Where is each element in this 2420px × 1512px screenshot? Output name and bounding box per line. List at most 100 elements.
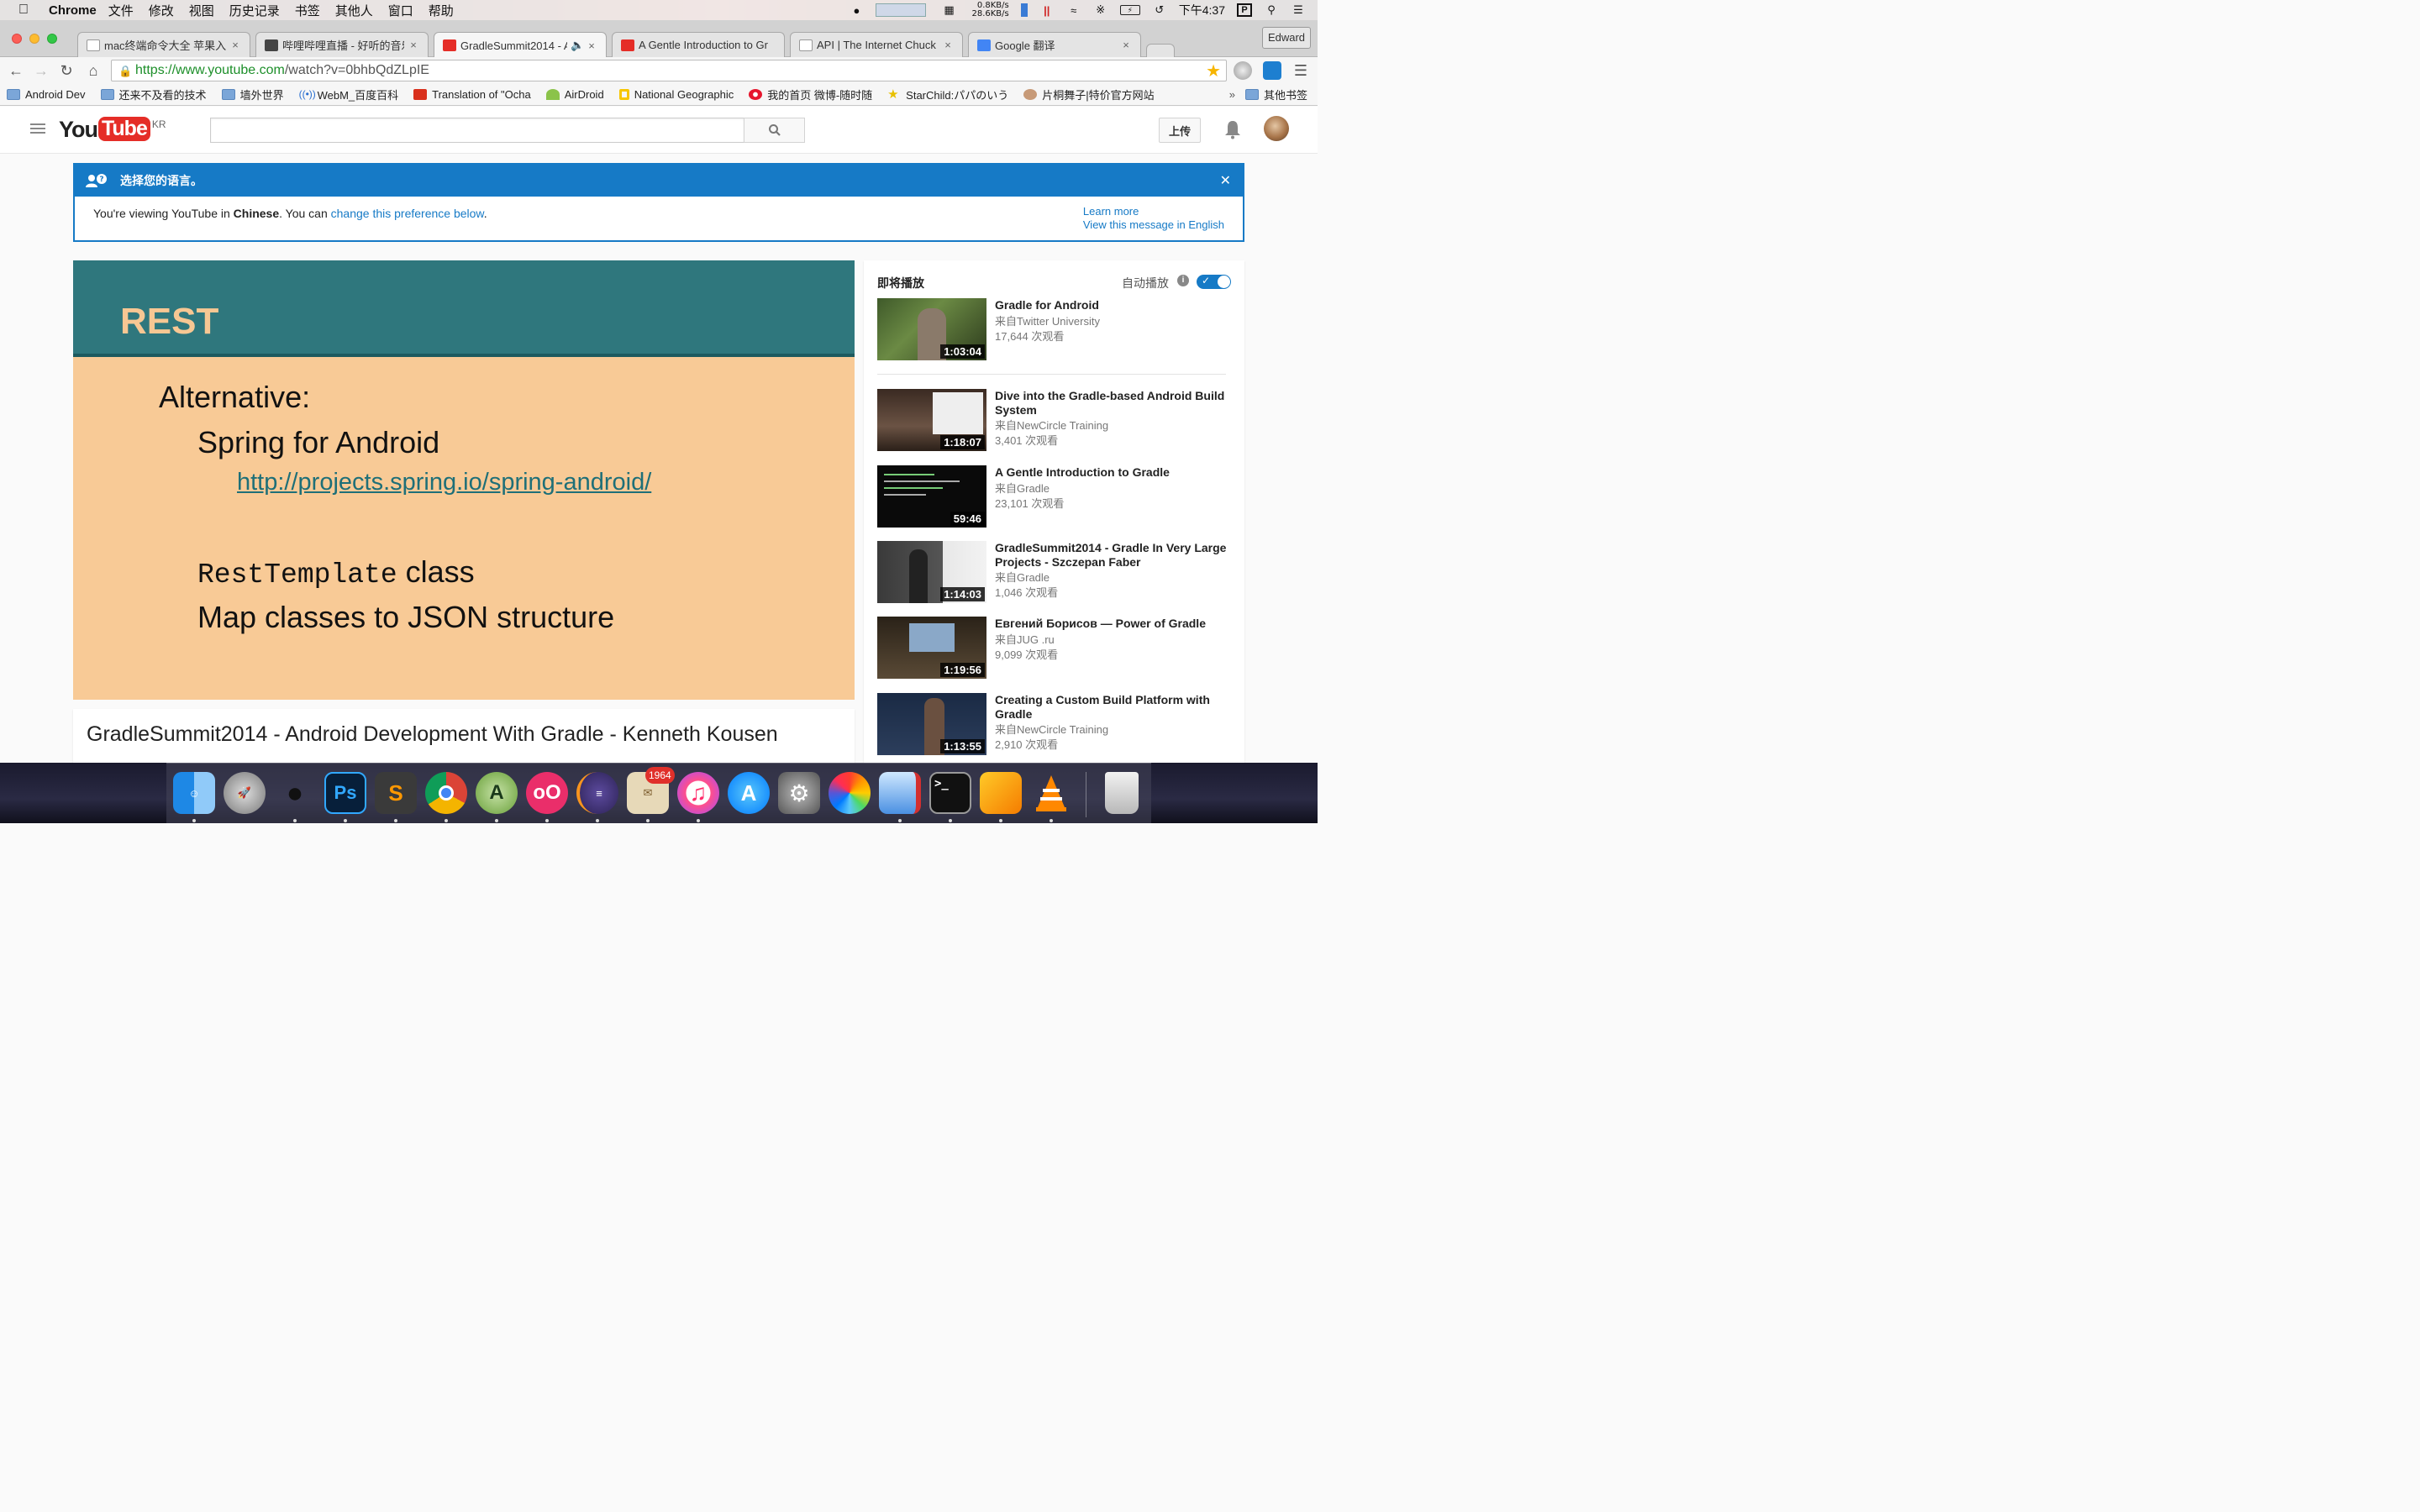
learn-more-link[interactable]: Learn more bbox=[1083, 205, 1224, 218]
android-studio-icon[interactable]: A bbox=[476, 772, 518, 814]
video-thumbnail[interactable]: 1:13:55 bbox=[877, 693, 986, 755]
bookmark-item[interactable]: National Geographic bbox=[618, 88, 734, 101]
window-minimize-button[interactable] bbox=[29, 34, 39, 44]
home-icon[interactable]: ⌂ bbox=[81, 59, 106, 82]
bluetooth-icon[interactable]: ※ bbox=[1093, 3, 1108, 17]
tab-close-icon[interactable]: × bbox=[229, 39, 241, 51]
menu-view[interactable]: 视图 bbox=[189, 2, 214, 19]
video-title-link[interactable]: GradleSummit2014 - Gradle In Very Large … bbox=[995, 541, 1230, 570]
video-title-link[interactable]: Евгений Борисов — Power of Gradle bbox=[995, 617, 1230, 631]
eclipse-icon[interactable]: ≡ bbox=[576, 772, 618, 814]
menu-edit[interactable]: 修改 bbox=[149, 2, 174, 19]
search-button[interactable] bbox=[744, 118, 805, 143]
user-avatar[interactable] bbox=[1264, 116, 1289, 141]
notification-center-icon[interactable]: ☰ bbox=[1291, 3, 1306, 17]
video-title-link[interactable]: Creating a Custom Build Platform with Gr… bbox=[995, 693, 1230, 722]
video-thumbnail[interactable]: 59:46 bbox=[877, 465, 986, 528]
other-bookmarks[interactable]: 其他书签 bbox=[1244, 87, 1307, 102]
parallels-status-icon[interactable]: || bbox=[1039, 3, 1055, 17]
bookmark-item[interactable]: Android Dev bbox=[7, 88, 86, 101]
menu-window[interactable]: 窗口 bbox=[388, 2, 413, 19]
sublime-text-icon[interactable]: S bbox=[375, 772, 417, 814]
menubar-clock[interactable]: 下午4:37 bbox=[1179, 2, 1225, 18]
trash-icon[interactable] bbox=[1105, 772, 1139, 814]
battery-icon[interactable]: ⚡ bbox=[1119, 5, 1140, 15]
memory-monitor-icon[interactable]: ▦ bbox=[938, 3, 960, 17]
upload-button[interactable]: 上传 bbox=[1159, 118, 1201, 143]
extension-globe-icon[interactable] bbox=[1234, 61, 1252, 80]
tab-close-icon[interactable]: × bbox=[942, 39, 954, 51]
profile-button[interactable]: Edward bbox=[1262, 27, 1311, 49]
battery-meter-icon[interactable] bbox=[1020, 3, 1028, 17]
video-player[interactable]: REST Alternative: Spring for Android htt… bbox=[73, 260, 855, 700]
recommendation-item[interactable]: 1:19:56 Евгений Борисов — Power of Gradl… bbox=[877, 617, 1230, 680]
window-close-button[interactable] bbox=[12, 34, 22, 44]
flickr-icon[interactable]: oO bbox=[526, 772, 568, 814]
notification-bell-icon[interactable] bbox=[1223, 119, 1242, 139]
photos-icon[interactable] bbox=[829, 772, 871, 814]
time-machine-icon[interactable]: ↺ bbox=[1152, 3, 1167, 17]
launchpad-icon[interactable]: 🚀 bbox=[224, 772, 266, 814]
bookmark-item[interactable]: ★ StarChild:パパのいう bbox=[887, 87, 1008, 102]
extension-s-icon[interactable] bbox=[1263, 61, 1281, 80]
bookmark-item[interactable]: 片桐舞子|特价官方网站 bbox=[1023, 87, 1155, 102]
parallels-icon[interactable] bbox=[879, 772, 921, 814]
apple-menu-icon[interactable]:  bbox=[10, 3, 37, 18]
video-thumbnail[interactable]: 1:03:04 bbox=[877, 298, 986, 360]
menu-file[interactable]: 文件 bbox=[108, 2, 134, 19]
wifi-icon[interactable]: ≈ bbox=[1066, 3, 1081, 17]
browser-tab[interactable]: Google 翻译 × bbox=[968, 32, 1141, 57]
vlc-icon[interactable] bbox=[1030, 772, 1072, 814]
browser-tab[interactable]: mac终端命令大全 苹果入门 | × bbox=[77, 32, 250, 57]
change-preference-link[interactable]: change this preference below bbox=[331, 207, 484, 220]
menu-app-name[interactable]: Chrome bbox=[49, 3, 97, 18]
photoshop-icon[interactable]: Ps bbox=[324, 772, 366, 814]
recommendation-item[interactable]: 1:18:07 Dive into the Gradle-based Andro… bbox=[877, 389, 1230, 452]
search-input[interactable] bbox=[210, 118, 744, 143]
bookmark-item[interactable]: Translation of "Ocha bbox=[413, 88, 531, 101]
window-zoom-button[interactable] bbox=[47, 34, 57, 44]
address-bar[interactable]: 🔒 https://www.youtube.com /watch?v=0bhbQ… bbox=[111, 60, 1227, 81]
new-tab-button[interactable] bbox=[1146, 44, 1175, 57]
itunes-icon[interactable]: ♫ bbox=[677, 772, 719, 814]
info-icon[interactable]: i bbox=[1177, 275, 1189, 286]
bookmark-item[interactable]: AirDroid bbox=[545, 88, 604, 101]
browser-tab[interactable]: API | The Internet Chuck No × bbox=[790, 32, 963, 57]
recommendation-item[interactable]: 1:03:04 Gradle for Android 来自Twitter Uni… bbox=[877, 298, 1230, 361]
qq-status-icon[interactable]: ● bbox=[849, 3, 864, 17]
system-preferences-icon[interactable]: ⚙ bbox=[778, 772, 820, 814]
video-title-link[interactable]: Dive into the Gradle-based Android Build… bbox=[995, 389, 1230, 417]
menu-help[interactable]: 帮助 bbox=[429, 2, 454, 19]
spotlight-search-icon[interactable]: ⚲ bbox=[1264, 3, 1279, 17]
video-title-link[interactable]: A Gentle Introduction to Gradle bbox=[995, 465, 1230, 480]
video-thumbnail[interactable]: 1:14:03 bbox=[877, 541, 986, 603]
finder-icon[interactable]: ☺ bbox=[173, 772, 215, 814]
bookmark-item[interactable]: 我的首页 微博-随时随 bbox=[749, 87, 872, 102]
menu-bookmarks[interactable]: 书签 bbox=[295, 2, 320, 19]
autoplay-toggle[interactable]: ✓ bbox=[1197, 275, 1231, 289]
network-speed[interactable]: 0.8KB/s 28.6KB/s bbox=[971, 2, 1008, 18]
bookmark-item[interactable]: ((•)) WebM_百度百科 bbox=[299, 87, 399, 102]
tab-close-icon[interactable]: × bbox=[1120, 39, 1132, 51]
video-thumbnail[interactable]: 1:18:07 bbox=[877, 389, 986, 451]
recommendation-item[interactable]: 1:13:55 Creating a Custom Build Platform… bbox=[877, 693, 1230, 756]
video-thumbnail[interactable]: 1:19:56 bbox=[877, 617, 986, 679]
youtube-logo[interactable]: You Tube KR bbox=[59, 117, 166, 143]
bookmark-item[interactable]: 墙外世界 bbox=[221, 87, 284, 102]
close-icon[interactable]: ✕ bbox=[1220, 172, 1231, 189]
tab-close-icon[interactable]: × bbox=[586, 39, 597, 52]
qq-icon[interactable]: ● bbox=[274, 772, 316, 814]
reload-icon[interactable]: ↻ bbox=[54, 59, 79, 82]
browser-tab-active[interactable]: GradleSummit2014 - An 🔈 × bbox=[434, 32, 607, 58]
bookmark-item[interactable]: 还来不及看的技术 bbox=[100, 87, 207, 102]
view-in-english-link[interactable]: View this message in English bbox=[1083, 218, 1224, 232]
browser-tab[interactable]: 哔哩哔哩直播 - 好听的音乐 × bbox=[255, 32, 429, 57]
recommendation-item[interactable]: 59:46 A Gentle Introduction to Gradle 来自… bbox=[877, 465, 1230, 528]
recommendation-item[interactable]: 1:14:03 GradleSummit2014 - Gradle In Ver… bbox=[877, 541, 1230, 604]
video-title-link[interactable]: Gradle for Android bbox=[995, 298, 1230, 312]
app-store-icon[interactable]: A bbox=[728, 772, 770, 814]
chrome-icon[interactable] bbox=[425, 772, 467, 814]
bookmarks-overflow-icon[interactable]: » bbox=[1229, 88, 1235, 101]
bookmark-star-icon[interactable]: ★ bbox=[1206, 60, 1221, 81]
back-arrow-icon[interactable]: ← bbox=[3, 59, 29, 82]
